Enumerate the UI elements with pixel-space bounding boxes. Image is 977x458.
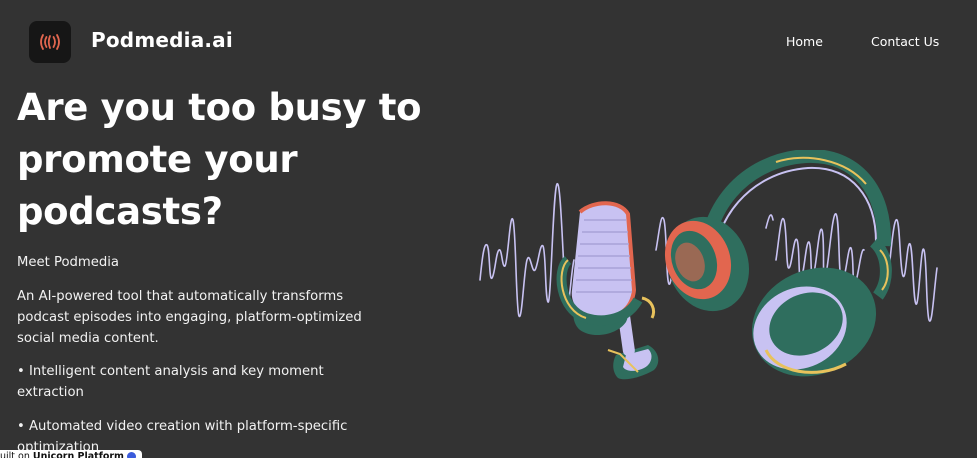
brand-name[interactable]: Podmedia.ai <box>91 28 233 52</box>
unicorn-platform-icon <box>126 452 136 458</box>
feature-bullet: • Intelligent content analysis and key m… <box>17 364 324 400</box>
built-on-badge[interactable]: uilt on Unicorn Platform <box>0 450 142 458</box>
landing-page: Podmedia.ai Home Contact Us Are you too … <box>0 0 977 458</box>
podcast-microphone-headphones-illustration <box>479 150 938 380</box>
headline-line: promote your <box>17 138 298 181</box>
meet-text: Meet Podmedia <box>17 255 119 270</box>
headline-line: podcasts? <box>17 190 223 233</box>
description-text: An AI-powered tool that automatically tr… <box>17 289 362 346</box>
headline-line: Are you too busy to <box>17 86 422 129</box>
badge-platform: Unicorn Platform <box>32 451 124 458</box>
nav-contact-link[interactable]: Contact Us <box>871 34 939 49</box>
sound-waves-icon <box>40 34 60 50</box>
microphone-icon <box>556 201 659 380</box>
logo[interactable] <box>29 21 71 63</box>
nav-home-link[interactable]: Home <box>786 34 823 49</box>
hero-headline: Are you too busy to promote your podcast… <box>17 82 437 238</box>
badge-prefix: uilt on <box>0 451 30 458</box>
